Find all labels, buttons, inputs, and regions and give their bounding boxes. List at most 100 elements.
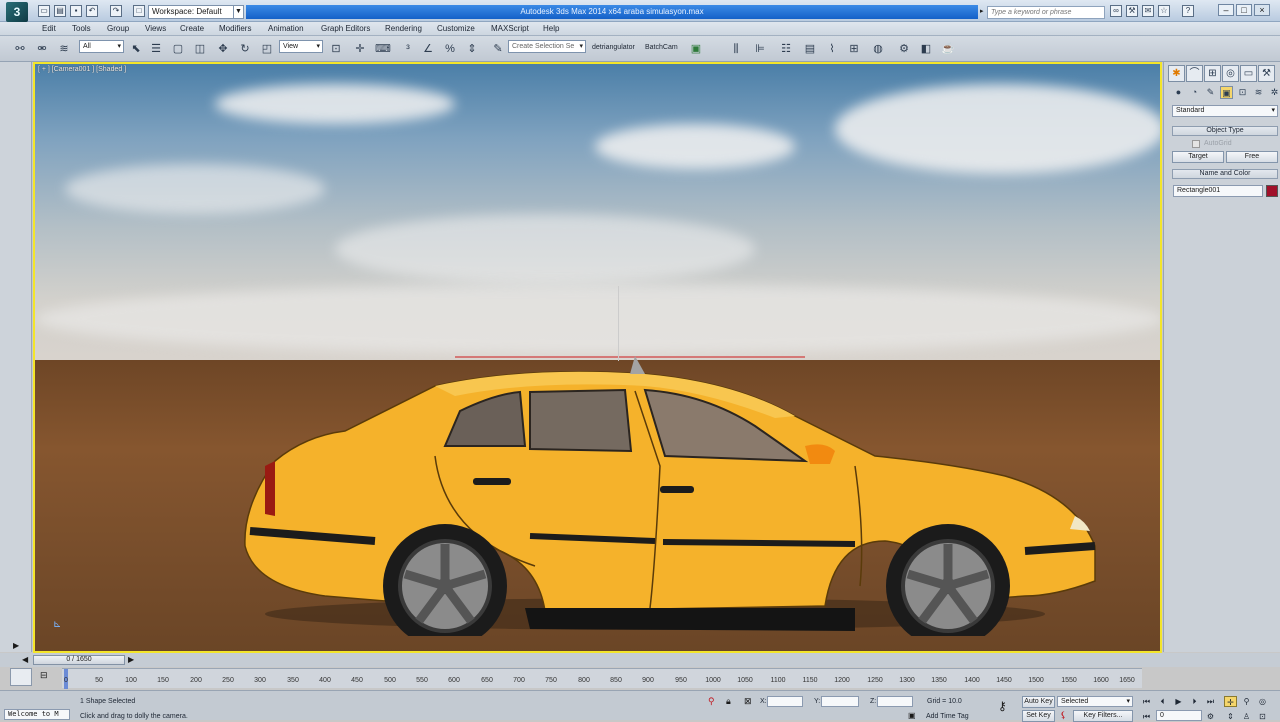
object-name-input[interactable]: Rectangle001 [1173,185,1263,197]
key-mode-dropdown[interactable]: Selected ▾ [1057,696,1133,707]
hierarchy-tab-icon[interactable]: ⊞ [1204,65,1221,82]
select-object-icon[interactable]: ⬉ [128,41,144,57]
category-dropdown[interactable]: Standard ▾ [1172,105,1278,117]
select-link-icon[interactable]: ⚯ [12,41,28,57]
zoom-icon[interactable]: ⚲ [1240,696,1253,707]
scale-icon[interactable]: ◰ [259,41,275,57]
modify-tab-icon[interactable]: ⌒ [1186,65,1203,82]
rendered-frame-icon[interactable]: ◧ [918,41,934,57]
target-camera-button[interactable]: Target [1172,151,1224,163]
percent-snap-icon[interactable]: % [442,41,458,57]
shapes-icon[interactable]: ◔ [1188,86,1201,99]
taxi-car-model[interactable] [235,346,1115,636]
helpers-icon[interactable]: ⊡ [1236,86,1249,99]
redo-icon[interactable]: ↷ [110,5,122,17]
y-coordinate-input[interactable] [821,696,859,707]
name-and-color-rollout[interactable]: Name and Color [1172,169,1278,179]
render-teapot-icon[interactable]: ☕ [940,41,956,57]
minimize-button[interactable]: – [1218,4,1234,16]
material-editor-icon[interactable]: ◍ [870,41,886,57]
maximize-viewport-icon[interactable]: ⊡ [1256,711,1269,722]
key-filters-button[interactable]: Key Filters... [1073,710,1133,722]
systems-icon[interactable]: ✲ [1268,86,1280,99]
spinner-snap-icon[interactable]: ⇕ [464,41,480,57]
favorites-icon[interactable]: ☆ [1158,5,1170,17]
walk-through-icon[interactable]: ♙ [1240,711,1253,722]
angle-snap-icon[interactable]: ∠ [420,41,436,57]
layer-manager-icon[interactable]: ☷ [778,41,794,57]
rectangular-selection-icon[interactable]: ▢ [170,41,186,57]
lock-icon[interactable]: 🔒︎ [726,696,731,707]
x-coordinate-input[interactable] [767,696,803,707]
set-key-mode-icon[interactable]: ⚸ [1060,710,1067,721]
search-arrow-icon[interactable]: ▸ [980,7,984,15]
project-folder-icon[interactable]: □ [133,5,145,17]
edit-named-selection-icon[interactable]: ✎ [490,41,506,57]
subscription-icon[interactable]: ⚒ [1126,5,1138,17]
current-frame-input[interactable]: 0 [1156,710,1202,721]
bind-space-warp-icon[interactable]: ≋ [56,41,72,57]
geometry-icon[interactable]: ● [1172,86,1185,99]
menu-help[interactable]: Help [543,23,559,35]
save-icon[interactable]: ▪ [70,5,82,17]
close-button[interactable]: × [1254,4,1270,16]
script-icon[interactable]: ▣ [688,41,704,57]
move-icon[interactable]: ✥ [215,41,231,57]
graphite-ribbon-icon[interactable]: ▤ [802,41,818,57]
time-tag-icon[interactable]: ▣ [908,711,916,720]
menu-graph-editors[interactable]: Graph Editors [321,23,370,35]
schematic-view-icon[interactable]: ⊞ [846,41,862,57]
pivot-center-icon[interactable]: ⊡ [328,41,344,57]
z-coordinate-input[interactable] [877,696,913,707]
create-tab-icon[interactable]: ✱ [1168,65,1185,82]
menu-create[interactable]: Create [180,23,204,35]
menu-edit[interactable]: Edit [42,23,56,35]
free-camera-button[interactable]: Free [1226,151,1278,163]
reference-coordinate-dropdown[interactable]: View ▾ [279,40,323,53]
select-by-name-icon[interactable]: ☰ [148,41,164,57]
menu-tools[interactable]: Tools [72,23,91,35]
absolute-mode-icon[interactable]: ⊠ [744,696,752,707]
space-warps-icon[interactable]: ≋ [1252,86,1265,99]
align-icon[interactable]: ⊫ [752,41,768,57]
selection-lock-icon[interactable]: ⚲ [708,696,715,707]
menu-rendering[interactable]: Rendering [385,23,422,35]
go-to-start-icon[interactable]: ⏮ [1140,696,1153,707]
select-manipulate-icon[interactable]: ✛ [352,41,368,57]
add-time-tag-button[interactable]: Add Time Tag [926,713,969,720]
mirror-icon[interactable]: ⫼ [728,41,744,57]
window-crossing-icon[interactable]: ◫ [192,41,208,57]
render-setup-icon[interactable]: ⚙ [896,41,912,57]
time-config-icon[interactable]: ⚙ [1204,711,1217,722]
next-frame-icon[interactable]: ⏵ [1188,696,1201,707]
orbit-icon[interactable]: ◎ [1256,696,1269,707]
motion-tab-icon[interactable]: ◎ [1222,65,1239,82]
object-color-swatch[interactable] [1266,185,1278,197]
set-key-button[interactable]: Set Key [1022,710,1055,722]
track-bar-ruler[interactable]: 0 50 100 150 200 250 300 350 400 450 500… [62,668,1142,689]
menu-customize[interactable]: Customize [437,23,475,35]
keyboard-shortcut-icon[interactable]: ⌨ [374,41,391,57]
track-bar-icon[interactable]: ⊟ [40,670,48,681]
menu-views[interactable]: Views [145,23,166,35]
help-icon[interactable]: ? [1182,5,1194,17]
viewport-label[interactable]: [ + ] [Camera001 ] [Shaded ] [38,66,126,73]
curve-editor-icon[interactable]: ⌇ [824,41,840,57]
object-type-rollout[interactable]: Object Type [1172,126,1278,136]
dolly-camera-icon[interactable]: ⇕ [1224,711,1237,722]
slider-prev-icon[interactable]: ◀ [22,655,28,664]
menu-modifiers[interactable]: Modifiers [219,23,251,35]
go-to-end-icon[interactable]: ⏭ [1204,696,1217,707]
auto-key-button[interactable]: Auto Key [1022,696,1055,708]
mini-curve-editor-icon[interactable] [10,668,32,686]
unlink-icon[interactable]: ⚮ [34,41,50,57]
named-selection-dropdown[interactable]: Create Selection Se ▾ [508,40,586,53]
key-mode-toggle-icon[interactable]: ⏮ [1140,711,1153,722]
binoculars-icon[interactable]: ∞ [1110,5,1122,17]
expand-icon[interactable]: ▶ [13,641,23,651]
menu-animation[interactable]: Animation [268,23,304,35]
autogrid-checkbox[interactable] [1192,140,1200,148]
communication-icon[interactable]: ✉ [1142,5,1154,17]
key-icon[interactable]: ⚷ [998,699,1007,713]
batchcam-button[interactable]: BatchCam [645,44,678,51]
